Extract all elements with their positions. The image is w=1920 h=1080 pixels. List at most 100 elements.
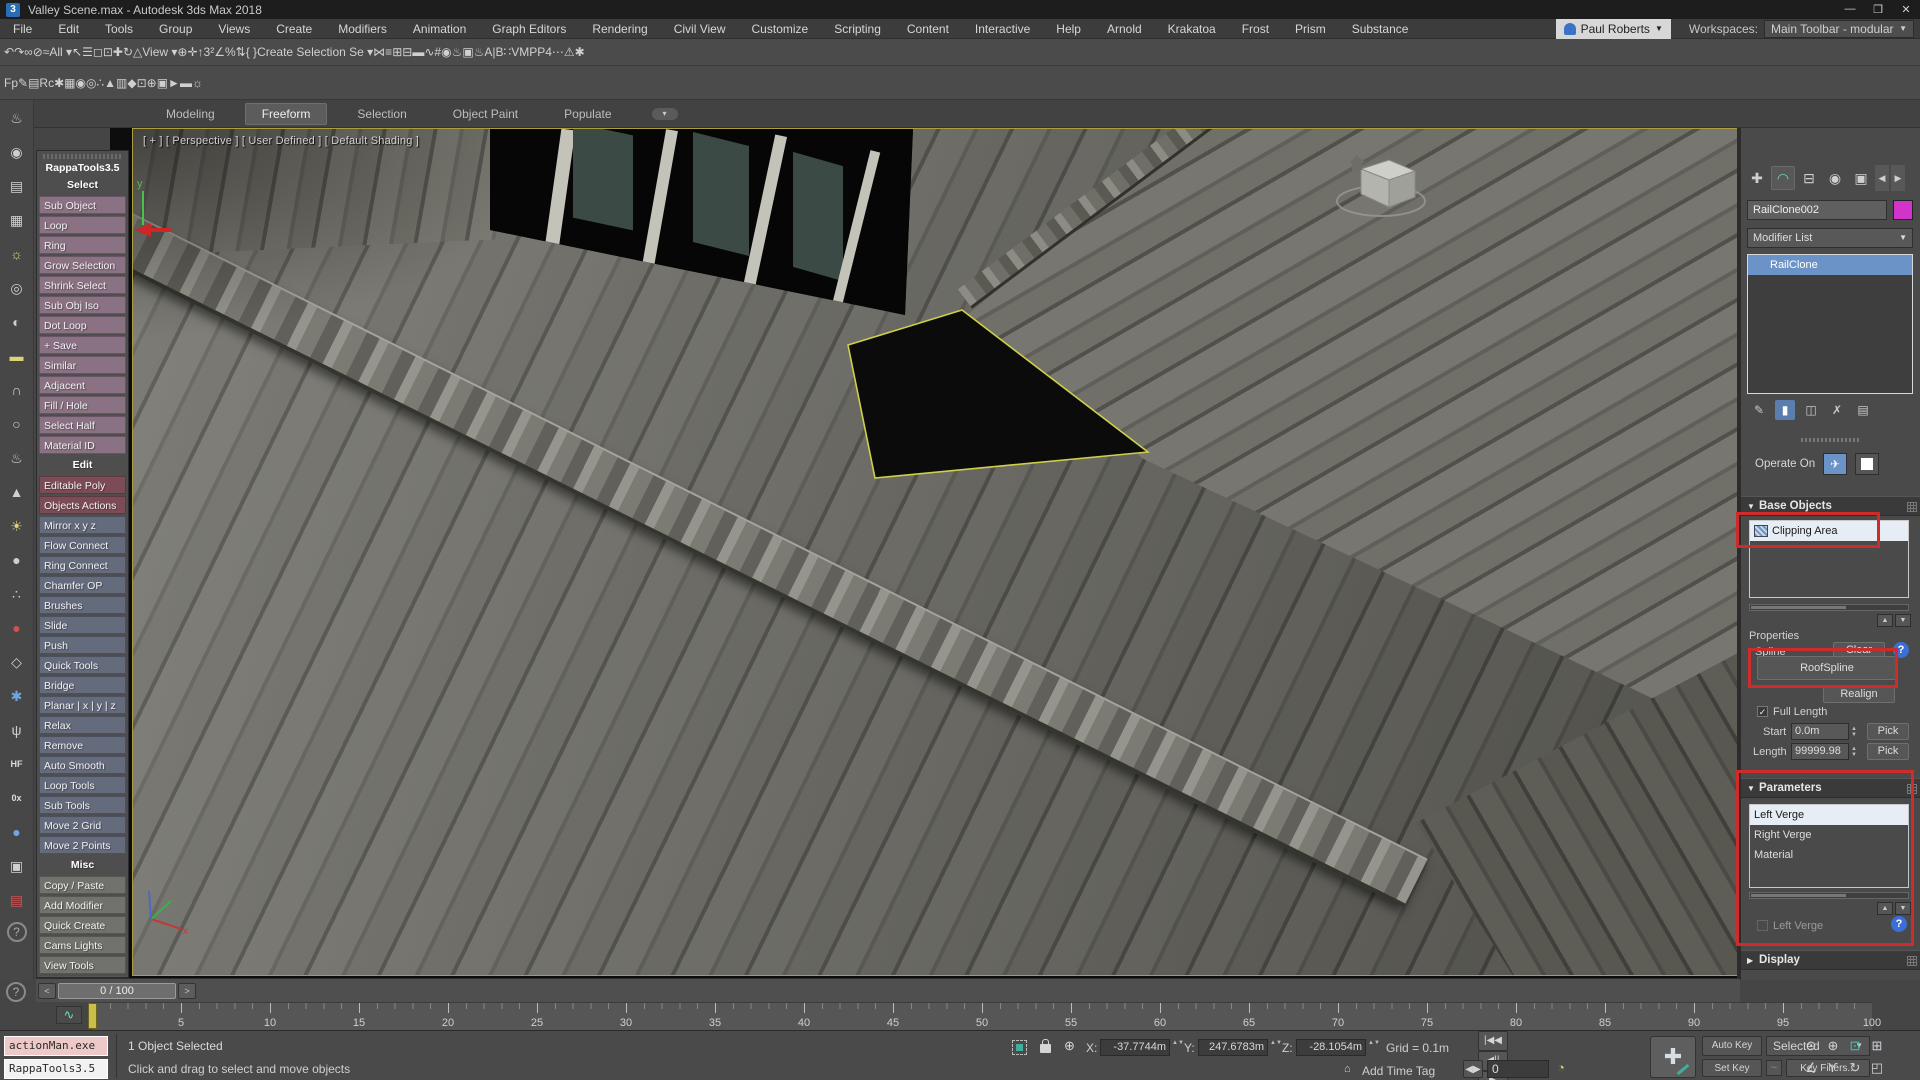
grid-table-icon[interactable]: ▤ [28,76,39,90]
rappatools-button[interactable]: Grow Selection [39,256,126,274]
selection-filter-dropdown[interactable]: All ▾ [49,45,72,59]
rappatools-button[interactable]: Sub Tools [39,796,126,814]
make-unique-icon[interactable]: ◫ [1801,400,1821,420]
rappatools-button[interactable]: Add Modifier [39,896,126,914]
user-account-menu[interactable]: Paul Roberts ▼ [1556,19,1671,39]
select-and-link-icon[interactable]: ∞ [24,45,33,59]
base-object-item[interactable]: Clipping Area [1750,521,1908,541]
rappatools-button[interactable]: Cams Lights [39,936,126,954]
length-field[interactable]: 99999.98 [1791,743,1849,760]
parameters-list[interactable]: Left VergeRight VergeMaterial [1749,804,1909,888]
menu-item[interactable]: Content [894,19,962,39]
select-object-icon[interactable]: ↖ [72,45,82,59]
edit-named-selection-sets-icon[interactable]: { } [246,45,257,59]
previous-key-button[interactable]: < [38,983,56,999]
next-panel-arrow[interactable]: ▶ [1891,165,1905,191]
isolate-selection-icon[interactable] [1012,1040,1027,1055]
menu-item[interactable]: Rendering [579,19,660,39]
object-color-swatch[interactable] [1893,200,1913,220]
toggle-ribbon-icon[interactable]: ▬ [412,45,424,59]
slope-tool-icon[interactable]: ◆ [127,76,136,90]
rappatools-button[interactable]: Ring [39,236,126,254]
listener-icon[interactable]: ▤ [5,174,29,198]
base-objects-rollout[interactable]: ▼ Base Objects [1741,496,1920,516]
select-by-name-icon[interactable]: ☰ [82,45,93,59]
lightbulb-icon[interactable]: ☼ [192,76,203,90]
roofspline-button[interactable]: RoofSpline [1757,656,1897,680]
view-cube[interactable] [1337,155,1425,216]
spreadsheet-icon[interactable]: ▦ [64,76,75,90]
set-keys-button[interactable]: ✚ [1650,1036,1696,1078]
move-up-button[interactable]: ▲ [1877,614,1893,627]
menu-item[interactable]: Arnold [1094,19,1155,39]
clapboard-icon[interactable]: ► [168,76,180,90]
modifier-list-dropdown[interactable]: Modifier List ▼ [1747,228,1913,248]
menu-item[interactable]: Tools [92,19,146,39]
move-down-button[interactable]: ▼ [1895,614,1911,627]
menu-item[interactable]: Create [263,19,325,39]
pin-stack-icon[interactable]: ✎ [1749,400,1769,420]
planar-gizmo-icon[interactable]: ◇ [5,650,29,674]
display-panel-icon[interactable]: ▣ [157,76,168,90]
help-circle-icon[interactable]: ? [7,922,27,942]
render-production-icon[interactable]: ♨ [474,45,485,59]
display-rollout[interactable]: ▶ Display [1741,950,1920,970]
ribbon-tab[interactable]: Object Paint [437,104,534,124]
base-objects-list[interactable]: Clipping Area [1749,520,1909,598]
freeform-panel-button[interactable]: Fp [4,76,18,90]
red-ball-icon[interactable]: ● [5,616,29,640]
circle-icon[interactable]: ○ [5,412,29,436]
transform-gizmo-icon[interactable]: ⊕ [1064,1038,1075,1054]
operate-on-spline-button[interactable]: ✈ [1823,453,1847,475]
menu-item[interactable]: Group [146,19,205,39]
rollout-resize-handle[interactable] [1801,438,1861,442]
auto-key-button[interactable]: Auto Key [1702,1036,1762,1056]
set-key-button[interactable]: Set Key [1702,1059,1762,1077]
window-crossing-icon[interactable]: ⊡ [103,45,113,59]
parameter-item[interactable]: Left Verge [1750,805,1908,825]
rappatools-button[interactable]: Fill / Hole [39,396,126,414]
zoom-icon[interactable]: ⊙ [1800,1036,1822,1056]
timeline-playhead[interactable] [88,1003,97,1029]
add-time-tag[interactable]: Add Time Tag [1362,1064,1435,1078]
menu-item[interactable]: Krakatoa [1155,19,1229,39]
move-up-button[interactable]: ▲ [1877,902,1893,915]
clipping-area-spline[interactable] [848,310,1148,478]
rappatools-button[interactable]: Flow Connect [39,536,126,554]
minimize-button[interactable]: — [1836,3,1864,16]
rappatools-button[interactable]: Sub Obj Iso [39,296,126,314]
menu-item[interactable]: Modifiers [325,19,400,39]
dome-icon[interactable]: ∩ [5,378,29,402]
create-selection-set-dropdown[interactable]: Create Selection Se ▾ [257,45,373,59]
start-spinner[interactable]: ▲▼ [1851,723,1860,740]
horizontal-scrollbar[interactable] [1749,892,1909,899]
display-tab[interactable]: ▣ [1849,166,1873,190]
sphere-shadow-icon[interactable]: ◐ [5,310,29,334]
horizontal-scrollbar[interactable] [1749,604,1909,611]
render-preview-icon[interactable]: ◉ [5,140,29,164]
rappatools-button[interactable]: Select Half [39,416,126,434]
object-name-field[interactable]: RailClone002 [1747,200,1887,220]
rappatools-button[interactable]: Objects Actions [39,496,126,514]
grid-dots-icon[interactable]: ∷ [504,45,512,59]
angle-snap-icon[interactable]: ∠ [214,45,225,59]
menu-item[interactable]: Interactive [962,19,1043,39]
camera-icon[interactable]: ◎ [5,276,29,300]
viewport-label[interactable]: [ + ] [ Perspective ] [ User Defined ] [… [143,135,419,147]
parameter-item[interactable]: Right Verge [1750,825,1908,845]
rappatools-button[interactable]: Similar [39,356,126,374]
menu-item[interactable]: Civil View [661,19,739,39]
rappatools-button[interactable]: Push [39,636,126,654]
menu-item[interactable]: File [0,19,45,39]
height-brush-icon[interactable]: ▲ [104,76,116,90]
rappatools-button[interactable]: Chamfer OP [39,576,126,594]
reference-coordinate-dropdown[interactable]: View ▾ [142,45,177,59]
rappatools-button[interactable]: Auto Smooth [39,756,126,774]
modify-tab[interactable]: ◠ [1771,166,1795,190]
rappatools-button[interactable]: Sub Object [39,196,126,214]
field-of-view-icon[interactable]: ∠ [1800,1058,1822,1078]
copy-object-icon[interactable]: ▣ [5,854,29,878]
clipboard-icon[interactable]: ▤ [5,888,29,912]
tools-icon[interactable]: ✱ [54,76,64,90]
length-pick-button[interactable]: Pick [1867,743,1909,760]
